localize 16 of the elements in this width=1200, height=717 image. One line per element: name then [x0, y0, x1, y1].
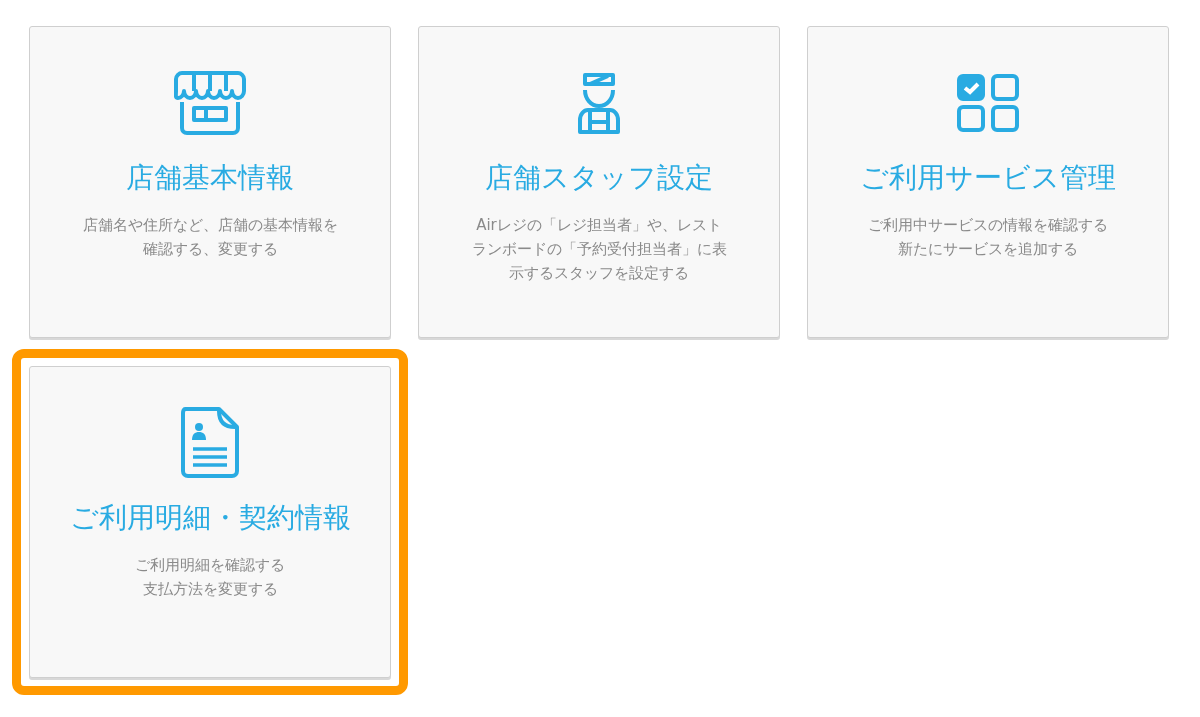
person-icon [576, 72, 622, 134]
menu-card[interactable]: 店舗基本情報 店舗名や住所など、店舗の基本情報を 確認する、変更する [29, 26, 391, 338]
card-description: ご利用中サービスの情報を確認する 新たにサービスを追加する [868, 215, 1108, 260]
card-description: 店舗名や住所など、店舗の基本情報を 確認する、変更する [82, 215, 338, 260]
document-icon [179, 407, 241, 479]
menu-card[interactable]: 店舗スタッフ設定 Airレジの「レジ担当者」や、レスト ランボードの「予約受付担当者」に表 示するスタッフを設定する [418, 26, 780, 338]
card-title: 店舗スタッフ設定 [485, 160, 713, 196]
menu-card[interactable]: ご利用サービス管理 ご利用中サービスの情報を確認する 新たにサービスを追加する [807, 26, 1169, 338]
checkbox-grid-icon [957, 74, 1019, 132]
card-title: ご利用サービス管理 [860, 160, 1116, 196]
card-title: 店舗基本情報 [126, 160, 294, 196]
menu-card[interactable]: ご利用明細・契約情報 ご利用明細を確認する 支払方法を変更する [29, 366, 391, 678]
card-description: ご利用明細を確認する 支払方法を変更する [135, 555, 285, 600]
card-description: Airレジの「レジ担当者」や、レスト ランボードの「予約受付担当者」に表 示するスタッフを設定する [471, 215, 727, 284]
shop-icon [174, 70, 246, 136]
card-title: ご利用明細・契約情報 [69, 500, 351, 536]
